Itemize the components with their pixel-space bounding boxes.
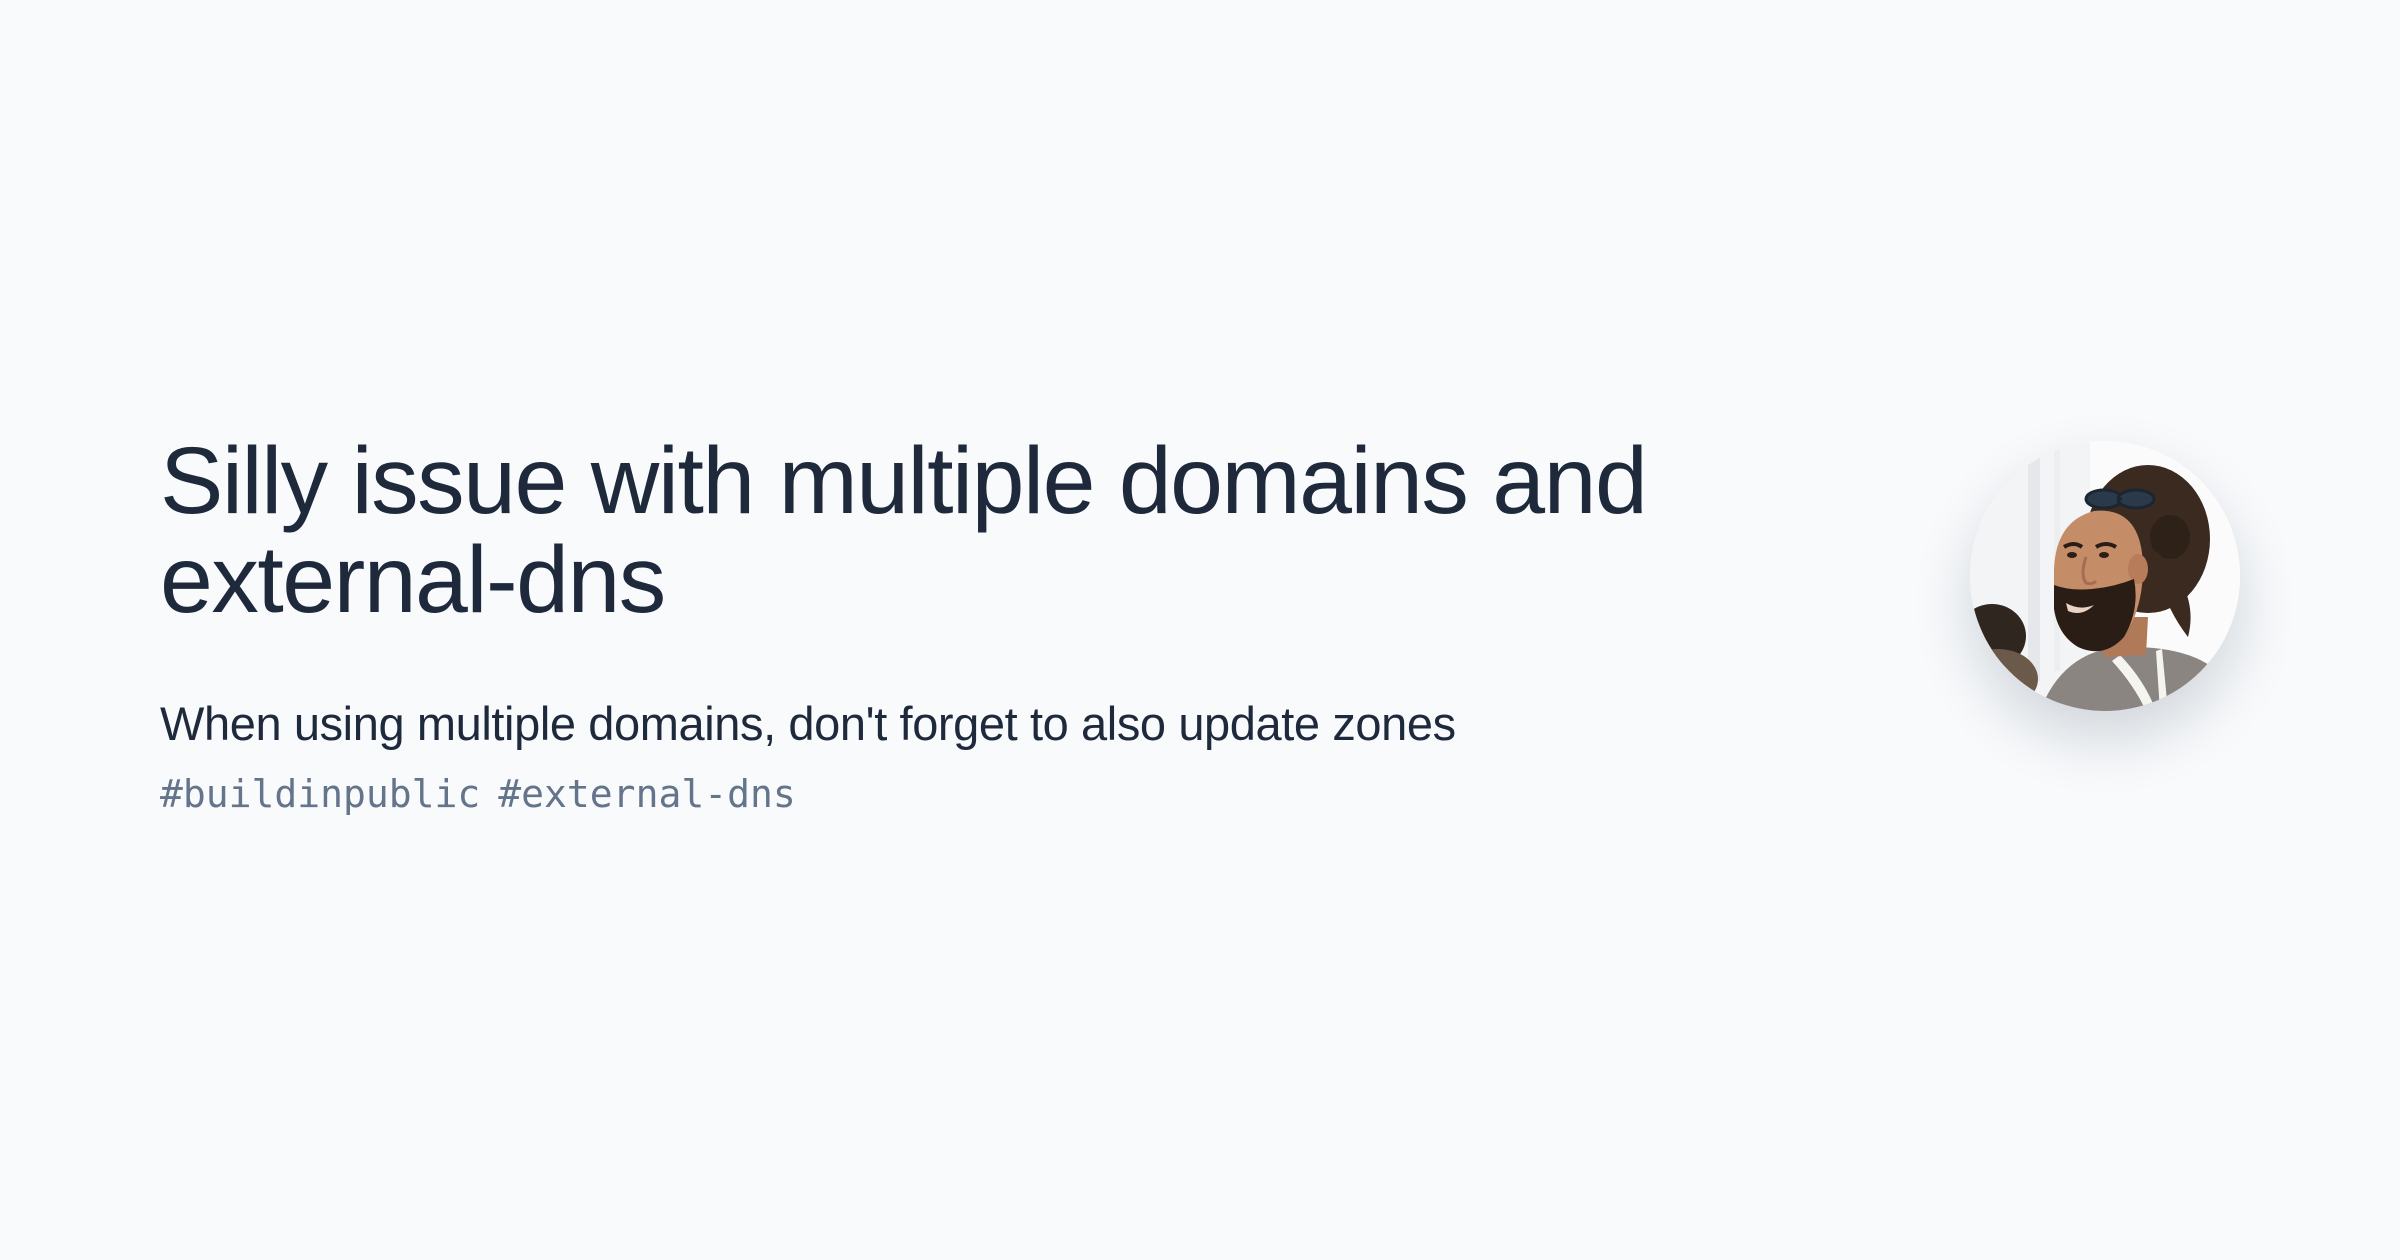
tag-external-dns[interactable]: #external-dns xyxy=(498,770,795,818)
post-description: When using multiple domains, don't forge… xyxy=(160,697,1456,750)
og-preview-card: Silly issue with multiple domains and ex… xyxy=(0,0,2400,1260)
author-photo-icon xyxy=(1970,441,2240,711)
tag-list: #buildinpublic #external-dns xyxy=(160,770,1720,818)
author-avatar xyxy=(1970,441,2240,711)
post-title: Silly issue with multiple domains and ex… xyxy=(160,428,1648,633)
post-text-block: Silly issue with multiple domains and ex… xyxy=(160,432,1720,818)
tag-buildinpublic[interactable]: #buildinpublic xyxy=(160,770,480,818)
